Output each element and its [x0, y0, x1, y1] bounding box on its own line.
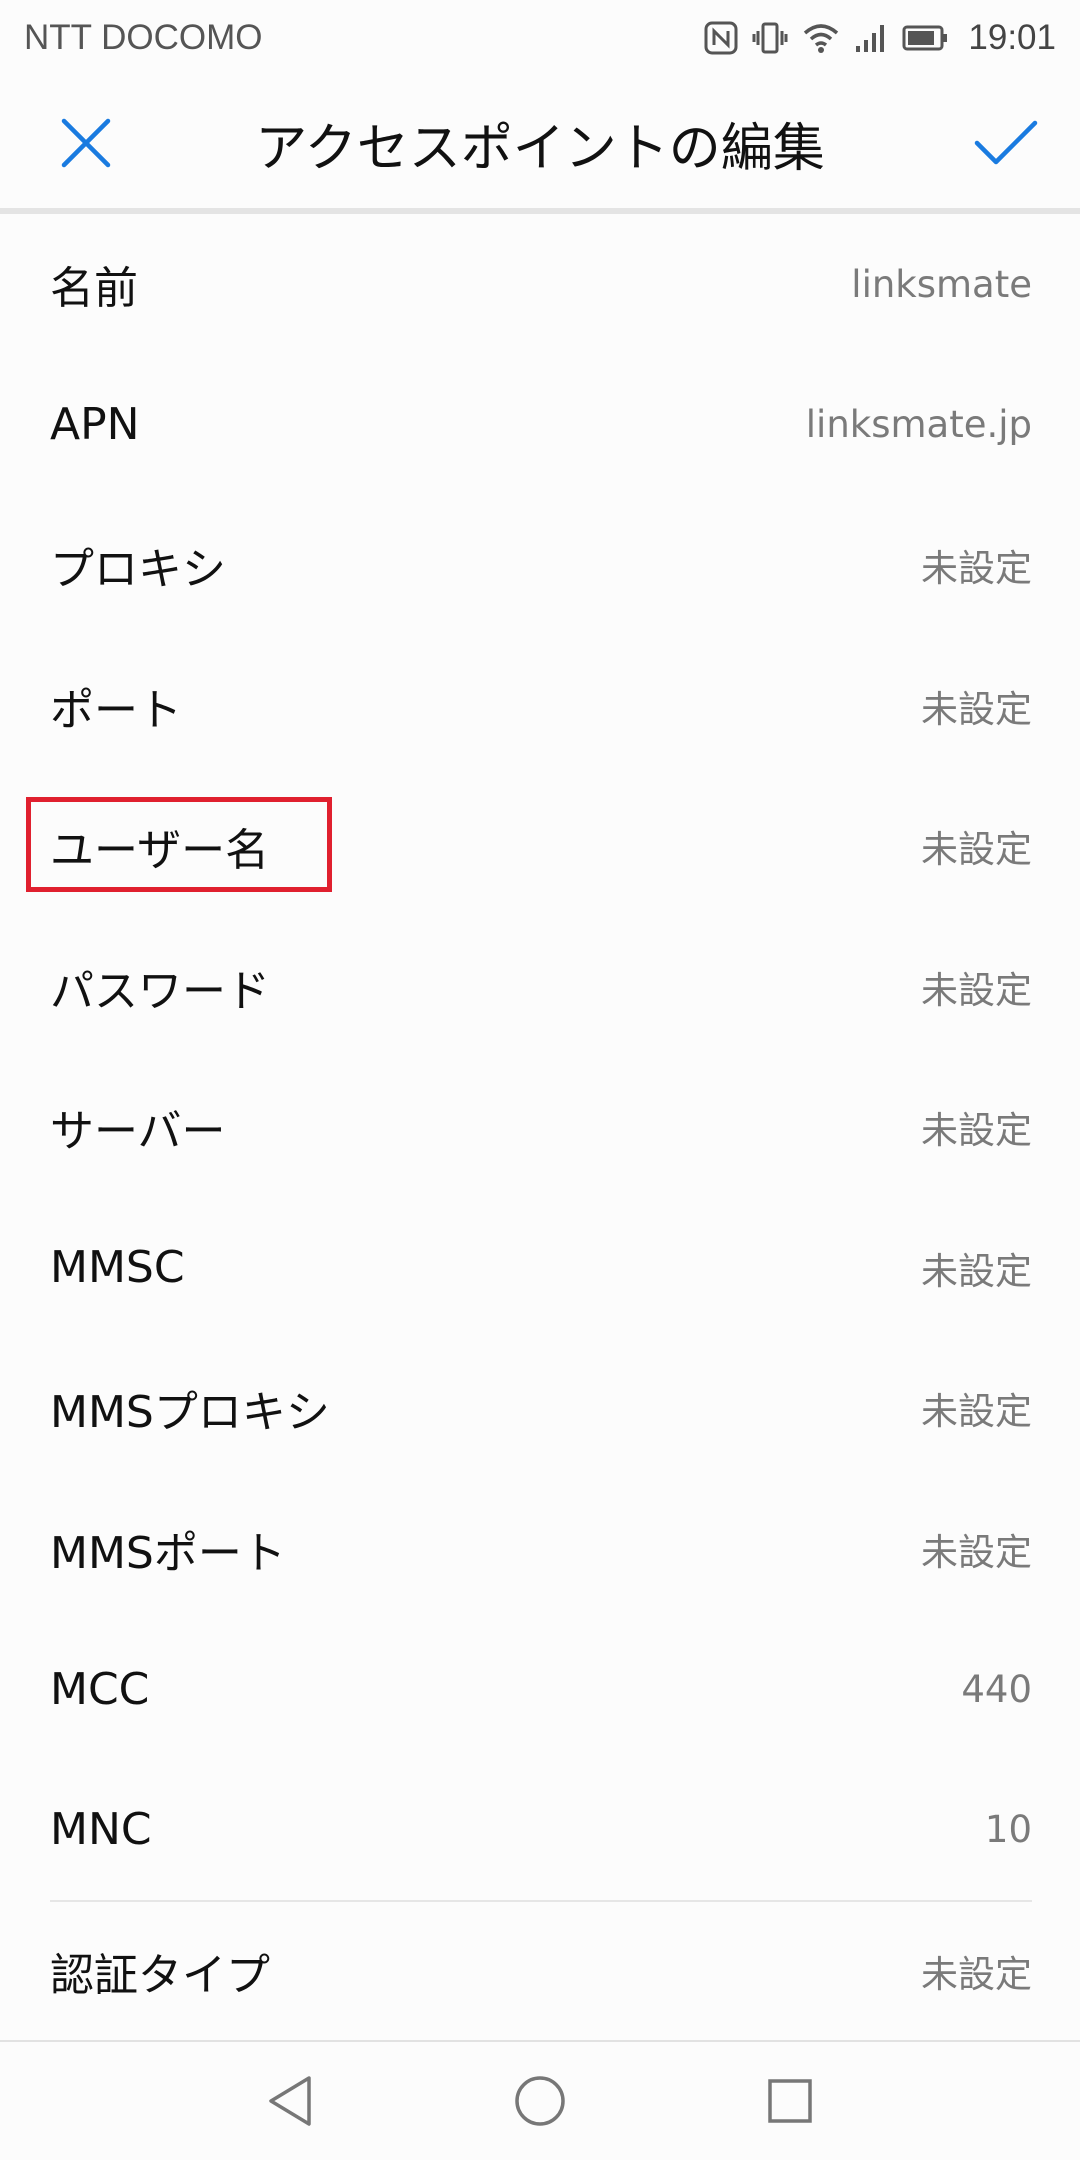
setting-label: MMSポート — [50, 1527, 286, 1579]
setting-row-apn[interactable]: APN linksmate.jp — [0, 355, 1080, 496]
setting-row-password[interactable]: パスワード 未設定 — [0, 917, 1080, 1058]
setting-row-mcc[interactable]: MCC 440 — [0, 1619, 1080, 1760]
page-title: アクセスポイントの編集 — [255, 118, 825, 179]
setting-label: パスワード — [50, 965, 270, 1017]
setting-row-mnc[interactable]: MNC 10 — [0, 1760, 1080, 1901]
app-bar: アクセスポイントの編集 — [0, 76, 1080, 210]
setting-label: MNC — [50, 1804, 152, 1856]
wifi-icon — [802, 22, 840, 54]
carrier-name: NTT DOCOMO — [24, 18, 263, 57]
setting-label: 名前 — [50, 263, 138, 315]
setting-label: MCC — [50, 1663, 150, 1715]
close-button[interactable] — [50, 107, 122, 179]
nfc-icon — [704, 21, 738, 55]
setting-value: 未設定 — [921, 968, 1032, 1012]
setting-label: APN — [50, 399, 140, 451]
setting-value: 未設定 — [921, 547, 1032, 591]
status-icons: 19:01 — [704, 18, 1056, 58]
setting-value: 未設定 — [921, 1390, 1032, 1434]
setting-label: MMSC — [50, 1242, 185, 1294]
setting-label: プロキシ — [50, 544, 226, 596]
home-button[interactable] — [500, 2061, 580, 2141]
highlight-box — [26, 797, 332, 892]
setting-value: linksmate.jp — [805, 403, 1032, 447]
setting-row-mmsc[interactable]: MMSC 未設定 — [0, 1198, 1080, 1339]
confirm-button[interactable] — [970, 107, 1042, 179]
home-icon — [515, 2076, 565, 2126]
status-time: 19:01 — [968, 18, 1056, 57]
vibrate-icon — [752, 21, 788, 55]
setting-value: linksmate — [851, 262, 1032, 306]
recents-button[interactable] — [750, 2061, 830, 2141]
setting-value: 440 — [961, 1667, 1032, 1711]
setting-value: 未設定 — [921, 687, 1032, 731]
navigation-bar — [0, 2040, 1080, 2160]
setting-row-port[interactable]: ポート 未設定 — [0, 636, 1080, 777]
setting-value: 未設定 — [921, 1249, 1032, 1293]
setting-row-proxy[interactable]: プロキシ 未設定 — [0, 495, 1080, 636]
setting-value: 未設定 — [921, 828, 1032, 872]
setting-row-auth-type[interactable]: 認証タイプ 未設定 — [50, 1900, 1032, 2041]
back-button[interactable] — [250, 2061, 330, 2141]
setting-label: ポート — [50, 684, 182, 736]
back-icon — [269, 2076, 311, 2126]
status-bar: NTT DOCOMO 19:01 — [0, 0, 1080, 76]
setting-row-name[interactable]: 名前 linksmate — [0, 214, 1080, 355]
check-icon — [974, 120, 1038, 165]
apn-settings-list: 名前 linksmate APN linksmate.jp プロキシ 未設定 ポ… — [0, 214, 1080, 2041]
setting-row-mms-port[interactable]: MMSポート 未設定 — [0, 1479, 1080, 1620]
setting-row-mms-proxy[interactable]: MMSプロキシ 未設定 — [0, 1338, 1080, 1479]
setting-value: 未設定 — [921, 1109, 1032, 1153]
setting-label: サーバー — [50, 1106, 226, 1158]
setting-value: 10 — [984, 1808, 1032, 1852]
setting-value: 未設定 — [921, 1530, 1032, 1574]
setting-value: 未設定 — [921, 1953, 1032, 1997]
battery-icon — [902, 24, 948, 52]
close-icon — [61, 118, 111, 168]
signal-icon — [854, 22, 888, 54]
setting-label: 認証タイプ — [50, 1950, 270, 2002]
setting-row-server[interactable]: サーバー 未設定 — [0, 1057, 1080, 1198]
recents-icon — [768, 2079, 812, 2123]
setting-label: MMSプロキシ — [50, 1387, 330, 1439]
